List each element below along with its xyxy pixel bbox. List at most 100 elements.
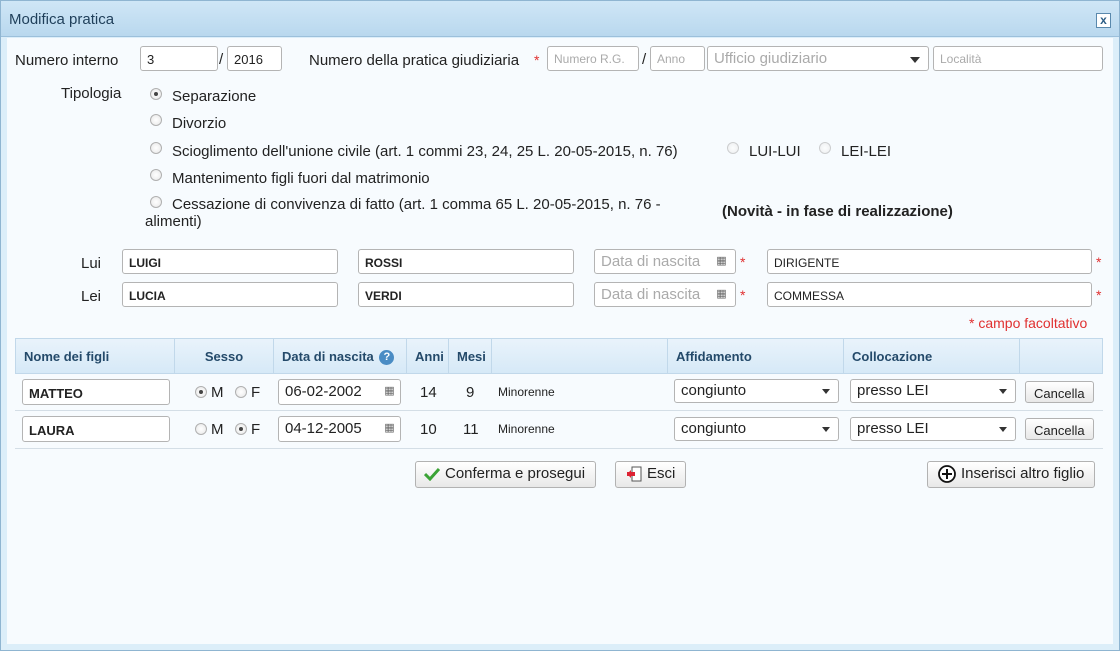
radio-mantenimento[interactable] — [150, 169, 162, 181]
calendar-icon[interactable]: ▦ — [383, 385, 396, 398]
lei-data-nascita-input[interactable]: Data di nascita ▦ — [594, 282, 736, 307]
figlio-1-collocazione-select[interactable]: presso LEI — [850, 379, 1016, 403]
radio-lei-lei[interactable] — [819, 142, 831, 154]
figlio-1-data-value: 06-02-2002 — [285, 383, 362, 400]
required-mark: * — [534, 52, 540, 68]
inserisci-figlio-button[interactable]: Inserisci altro figlio — [927, 461, 1096, 488]
lui-data-nascita-input[interactable]: Data di nascita ▦ — [594, 249, 736, 274]
figlio-1-anni: 14 — [420, 384, 437, 401]
figlio-2-affidamento-select[interactable]: congiunto — [674, 417, 839, 441]
conferma-label: Conferma e prosegui — [445, 465, 586, 482]
figlio-2-sesso-f-label: F — [251, 421, 261, 438]
exit-icon — [627, 466, 642, 482]
radio-scioglimento[interactable] — [150, 142, 162, 154]
lui-label: Lui — [81, 255, 102, 272]
lui-nome-input[interactable]: LUIGI — [122, 249, 338, 274]
lei-data-placeholder: Data di nascita — [601, 286, 701, 303]
localita-input[interactable]: Località — [933, 46, 1103, 71]
figlio-2-sesso-f-radio[interactable] — [235, 423, 247, 435]
figlio-2-anni: 10 — [420, 421, 437, 438]
lei-professione-required: * — [1096, 287, 1102, 303]
option-scioglimento-label: Scioglimento dell'unione civile (art. 1 … — [172, 143, 678, 160]
col-sesso: Sesso — [175, 339, 274, 373]
figlio-1-nome-input[interactable]: MATTEO — [22, 379, 170, 405]
ufficio-select[interactable]: Ufficio giudiziario — [707, 46, 929, 71]
esci-label: Esci — [647, 465, 676, 482]
lei-cognome-input[interactable]: VERDI — [358, 282, 574, 307]
ufficio-value: Ufficio giudiziario — [714, 50, 828, 67]
numero-interno-label: Numero interno — [15, 52, 119, 69]
calendar-icon[interactable]: ▦ — [715, 288, 728, 301]
col-collocazione: Collocazione — [844, 339, 1020, 373]
dropdown-caret-icon — [999, 427, 1007, 432]
figlio-2-mesi: 11 — [463, 421, 479, 438]
facoltativo-note: * campo facoltativo — [969, 315, 1088, 331]
col-data-nascita-label: Data di nascita — [282, 349, 374, 364]
conferma-button[interactable]: Conferma e prosegui — [415, 461, 597, 488]
figlio-1-affidamento-select[interactable]: congiunto — [674, 379, 839, 403]
row-divider — [15, 448, 1103, 449]
rg-separator: / — [642, 51, 647, 68]
col-stato — [492, 339, 668, 373]
dialog-title: Modifica pratica — [9, 11, 115, 28]
option-lui-lui-label: LUI-LUI — [749, 143, 801, 160]
radio-cessazione[interactable] — [150, 196, 162, 208]
option-cessazione-label: Cessazione di convivenza di fatto (art. … — [172, 196, 661, 213]
numero-separator: / — [219, 51, 224, 68]
figlio-1-sesso-f-radio[interactable] — [235, 386, 247, 398]
figlio-2-stato: Minorenne — [498, 422, 555, 436]
figlio-1-cancella-button[interactable]: Cancella — [1025, 381, 1094, 403]
lei-data-required: * — [740, 287, 746, 303]
figlio-1-sesso-m-label: M — [211, 384, 224, 401]
anno-rg-input[interactable]: Anno — [650, 46, 705, 71]
esci-button[interactable]: Esci — [615, 461, 687, 488]
figlio-1-stato: Minorenne — [498, 385, 555, 399]
lui-professione-input[interactable]: DIRIGENTE — [767, 249, 1092, 274]
numero-rg-input[interactable]: Numero R.G. — [547, 46, 639, 71]
title-bar: Modifica pratica x — [1, 1, 1119, 37]
calendar-icon[interactable]: ▦ — [715, 255, 728, 268]
figlio-1-mesi: 9 — [466, 384, 475, 401]
figlio-2-collocazione-select[interactable]: presso LEI — [850, 417, 1016, 441]
figlio-2-sesso-m-radio[interactable] — [195, 423, 207, 435]
figlio-1-data-input[interactable]: 06-02-2002 ▦ — [278, 379, 401, 405]
calendar-icon[interactable]: ▦ — [383, 422, 396, 435]
figlio-1-collocazione-value: presso LEI — [857, 382, 929, 399]
figlio-1-sesso-f-label: F — [251, 384, 261, 401]
radio-separazione[interactable] — [150, 88, 162, 100]
figlio-2-data-input[interactable]: 04-12-2005 ▦ — [278, 416, 401, 442]
pratica-label: Numero della pratica giudiziaria — [309, 52, 520, 69]
lui-data-required: * — [740, 254, 746, 270]
check-icon — [424, 468, 440, 482]
lei-professione-input[interactable]: COMMESSA — [767, 282, 1092, 307]
col-affidamento: Affidamento — [668, 339, 844, 373]
option-separazione-label: Separazione — [172, 88, 257, 105]
dialog-body: Numero interno 3 / 2016 Numero della pra… — [7, 38, 1113, 644]
dropdown-caret-icon — [910, 57, 920, 63]
col-nome-figli: Nome dei figli — [16, 339, 175, 373]
radio-divorzio[interactable] — [150, 114, 162, 126]
figlio-2-collocazione-value: presso LEI — [857, 420, 929, 437]
option-lei-lei-label: LEI-LEI — [841, 143, 892, 160]
option-cessazione-label-2: alimenti) — [145, 213, 202, 230]
anno-interno-input[interactable]: 2016 — [227, 46, 282, 71]
lei-nome-input[interactable]: LUCIA — [122, 282, 338, 307]
option-mantenimento-label: Mantenimento figli fuori dal matrimonio — [172, 170, 430, 187]
numero-interno-input[interactable]: 3 — [140, 46, 218, 71]
lui-data-placeholder: Data di nascita — [601, 253, 701, 270]
lui-cognome-input[interactable]: ROSSI — [358, 249, 574, 274]
help-icon[interactable]: ? — [379, 350, 395, 366]
figlio-2-cancella-button[interactable]: Cancella — [1025, 418, 1094, 440]
novita-note: (Novità - in fase di realizzazione) — [722, 203, 953, 220]
add-circle-icon — [938, 465, 956, 483]
figlio-2-sesso-m-label: M — [211, 421, 224, 438]
figlio-2-data-value: 04-12-2005 — [285, 420, 362, 437]
dropdown-caret-icon — [822, 427, 830, 432]
lei-label: Lei — [81, 288, 102, 305]
row-divider — [15, 410, 1103, 411]
figlio-2-nome-input[interactable]: LAURA — [22, 416, 170, 442]
figli-table-header: Nome dei figli Sesso Data di nascita ? A… — [15, 338, 1103, 374]
figlio-1-sesso-m-radio[interactable] — [195, 386, 207, 398]
radio-lui-lui[interactable] — [727, 142, 739, 154]
close-icon[interactable]: x — [1096, 13, 1111, 28]
